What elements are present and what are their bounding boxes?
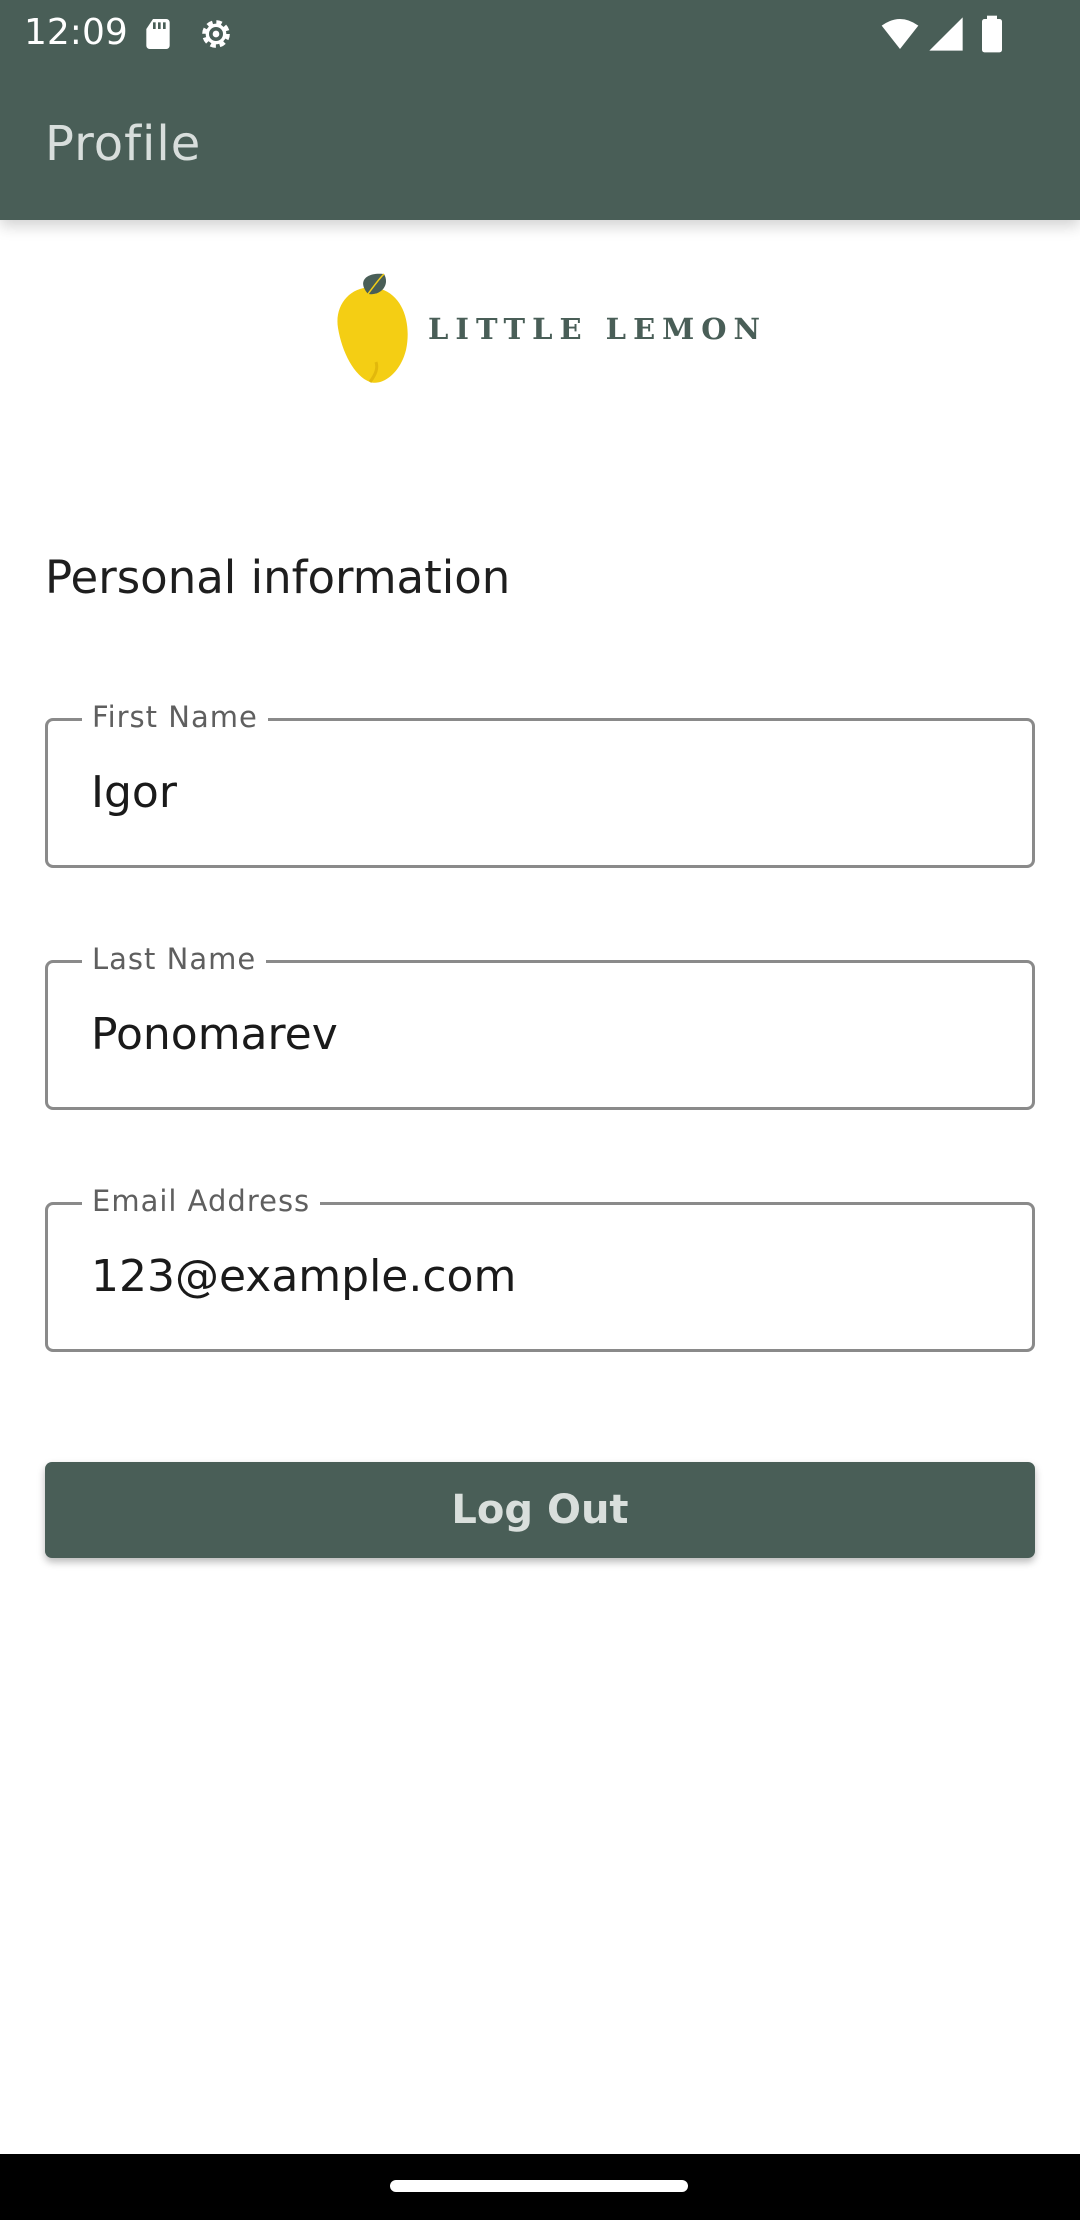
last-name-field[interactable]: Last Name Ponomarev (45, 941, 1035, 1110)
section-title: Personal information (45, 551, 511, 604)
last-name-value[interactable]: Ponomarev (91, 1005, 338, 1065)
home-indicator[interactable] (390, 2180, 688, 2192)
logout-button[interactable]: Log Out (45, 1462, 1035, 1558)
email-field[interactable]: Email Address 123@example.com (45, 1183, 1035, 1352)
email-label: Email Address (82, 1183, 321, 1219)
cell-signal-icon (926, 14, 966, 54)
last-name-label: Last Name (82, 941, 267, 977)
battery-icon (972, 14, 1012, 54)
little-lemon-logo: LITTLE LEMON (332, 270, 760, 390)
first-name-field[interactable]: First Name Igor (45, 699, 1035, 868)
email-value[interactable]: 123@example.com (91, 1247, 516, 1307)
page-title: Profile (45, 116, 202, 172)
app-bar: 12:09 Profile (0, 0, 1080, 220)
wifi-icon (880, 14, 920, 54)
first-name-label: First Name (82, 699, 268, 735)
sd-card-icon (138, 14, 178, 54)
navigation-bar (0, 2154, 1080, 2220)
status-time: 12:09 (24, 12, 128, 53)
logo-text: LITTLE LEMON (428, 312, 768, 346)
first-name-value[interactable]: Igor (91, 763, 177, 823)
lemon-icon (337, 273, 408, 383)
status-bar: 12:09 (0, 0, 1080, 66)
settings-gear-icon (196, 14, 236, 54)
